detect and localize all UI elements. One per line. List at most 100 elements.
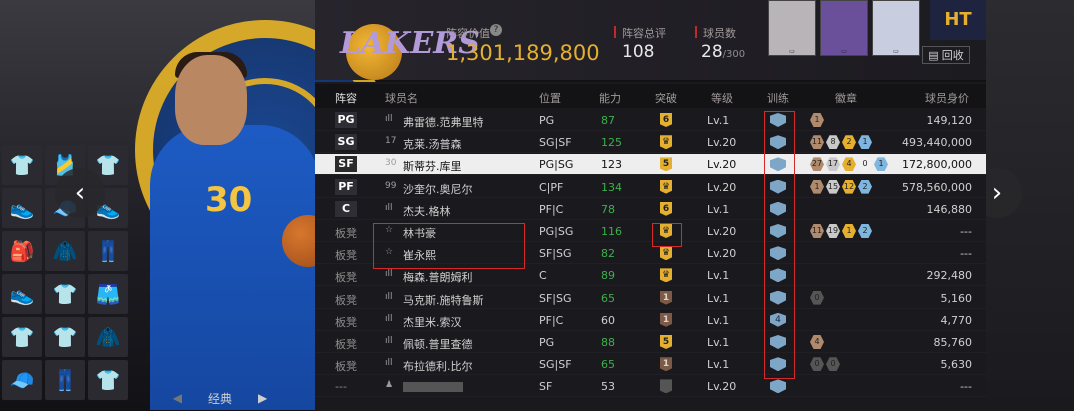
player-ability: 89 xyxy=(601,269,615,283)
badge-medal-icon[interactable]: 19 xyxy=(826,224,840,238)
outfit-item[interactable]: 👕 xyxy=(88,360,128,400)
outfit-item[interactable]: 🧥 xyxy=(88,317,128,357)
badge-medal-icon[interactable]: 8 xyxy=(826,135,840,150)
outfit-item[interactable]: 🎒 xyxy=(2,231,42,271)
col-position[interactable]: 位置 xyxy=(539,90,561,106)
badge-medal-icon[interactable]: 0 xyxy=(810,290,824,305)
jersey-thumb[interactable]: ▭ xyxy=(820,0,868,56)
col-ability[interactable]: 能力 xyxy=(599,90,621,106)
player-position: PG xyxy=(539,336,555,349)
outfit-item[interactable]: 👟 xyxy=(2,188,42,228)
badge-medal-icon[interactable]: 11 xyxy=(810,135,824,150)
table-row[interactable]: SF 30 斯蒂芬.库里 PG|SG 123 5 Lv.20 27 17 4 0 1 172,800,0… xyxy=(315,154,986,176)
breakthrough-icon[interactable]: ♛ xyxy=(660,179,672,194)
table-row[interactable]: 板凳 ıll 布拉德利.比尔 SG|SF 65 1 Lv.1 0 0 5,630 xyxy=(315,354,986,376)
col-worth[interactable]: 球员身价 xyxy=(925,90,969,106)
player-name[interactable]: 布拉德利.比尔 xyxy=(403,358,473,374)
outfit-item[interactable]: 🧥 xyxy=(45,231,85,271)
col-breakthrough[interactable]: 突破 xyxy=(655,90,677,106)
player-name[interactable]: 克莱.汤普森 xyxy=(403,136,462,152)
col-lineup[interactable]: 阵容 xyxy=(335,90,357,106)
lineup-slot: 板凳 xyxy=(335,360,357,374)
style-label: 经典 xyxy=(207,391,232,406)
badge-medal-icon[interactable]: 1 xyxy=(842,224,856,238)
player-name[interactable]: 梅森.普朗姆利 xyxy=(403,269,473,285)
player-name[interactable]: 杰里米.索汉 xyxy=(403,314,462,330)
breakthrough-icon[interactable]: 1 xyxy=(660,357,672,372)
badge-medal-icon[interactable]: 0 xyxy=(826,357,840,372)
outfit-item[interactable]: 👖 xyxy=(88,231,128,271)
badge-medal-icon[interactable]: 27 xyxy=(810,157,824,172)
table-row[interactable]: Cıll 杰夫.格林 PF|C 78 6 Lv.1 146,880 xyxy=(315,199,986,220)
breakthrough-icon[interactable]: ♛ xyxy=(660,268,672,283)
col-level[interactable]: 等级 xyxy=(711,90,733,106)
table-row[interactable]: 板凳 ıll 佩顿.普里查德 PG 88 5 Lv.1 4 85,760 xyxy=(315,332,986,353)
jersey-thumb[interactable]: ▭ xyxy=(872,0,920,56)
table-row[interactable]: PG ıll 弗雷德.范弗里特 PG 87 6 Lv.1 1 149,120 xyxy=(315,110,986,131)
breakthrough-icon[interactable]: 1 xyxy=(660,312,672,327)
player-name[interactable]: 斯蒂芬.库里 xyxy=(403,158,462,174)
badge-medal-icon[interactable]: 12 xyxy=(842,179,856,194)
lineup-rating-label: 阵容总评 xyxy=(622,27,666,40)
badge-medal-icon[interactable]: 2 xyxy=(842,135,856,150)
team-logo: LAKERS xyxy=(340,8,480,80)
outfit-item[interactable]: 🩳 xyxy=(88,274,128,314)
table-row[interactable]: --- ♟ SF 53 Lv.20 --- xyxy=(315,376,986,398)
outfit-item[interactable]: 👕 xyxy=(45,274,85,314)
lineup-slot: SF xyxy=(335,156,357,173)
triangle-left-icon[interactable]: ◀ xyxy=(173,391,182,405)
badge-medal-icon[interactable]: 1 xyxy=(810,113,824,127)
outfit-item[interactable]: 👕 xyxy=(45,317,85,357)
table-row[interactable]: SG 17 克莱.汤普森 SG|SF 125 ♛ Lv.20 11 8 2 1 493,440,000 xyxy=(315,132,986,154)
player-level: Lv.20 xyxy=(707,247,737,261)
badge-medal-icon[interactable]: 17 xyxy=(826,157,840,172)
breakthrough-icon[interactable]: 6 xyxy=(660,201,672,216)
badge-medal-icon[interactable]: 2 xyxy=(858,224,872,238)
player-head xyxy=(175,55,247,145)
player-name[interactable]: 沙奎尔.奥尼尔 xyxy=(403,181,473,197)
col-badges[interactable]: 徽章 xyxy=(835,90,857,106)
outfit-item[interactable]: 🧢 xyxy=(2,360,42,400)
col-training[interactable]: 训练 xyxy=(767,90,789,106)
col-name[interactable]: 球员名 xyxy=(385,90,418,106)
outfit-item[interactable]: 👕 xyxy=(2,317,42,357)
player-number: ıll xyxy=(385,269,393,280)
jersey-thumb[interactable]: ▭ xyxy=(768,0,816,56)
player-name[interactable]: 弗雷德.范弗里特 xyxy=(403,114,484,130)
outfit-item[interactable]: 👟 xyxy=(2,274,42,314)
help-icon[interactable]: ? xyxy=(490,24,502,36)
badge-medal-icon[interactable]: 1 xyxy=(874,157,888,172)
breakthrough-icon[interactable]: 5 xyxy=(660,335,672,349)
badge-medal-icon[interactable]: 4 xyxy=(810,335,824,349)
badge-medal-icon[interactable]: 0 xyxy=(810,357,824,372)
event-emblem[interactable]: HT xyxy=(930,0,986,40)
prev-arrow-button[interactable]: ‹ xyxy=(55,168,105,218)
badge-medal-icon[interactable]: 11 xyxy=(810,224,824,238)
triangle-right-icon[interactable]: ▶ xyxy=(258,391,267,405)
badge-medal-icon[interactable]: 1 xyxy=(810,179,824,194)
badge-medal-icon[interactable]: 2 xyxy=(858,179,872,194)
outfit-item[interactable]: 👕 xyxy=(2,145,42,185)
breakthrough-icon[interactable]: ♛ xyxy=(660,246,672,261)
badge-list: 11 19 1 2 xyxy=(810,224,872,238)
breakthrough-icon[interactable]: ♛ xyxy=(660,135,672,150)
badge-medal-icon[interactable]: 0 xyxy=(858,157,872,172)
breakthrough-icon[interactable]: 1 xyxy=(660,290,672,305)
player-worth: 146,880 xyxy=(926,202,973,216)
badge-medal-icon[interactable]: 15 xyxy=(826,179,840,194)
recycle-button[interactable]: ▤ 回收 xyxy=(922,46,970,64)
table-row[interactable]: 板凳 ıll 马克斯.施特鲁斯 SF|SG 65 1 Lv.1 0 5,160 xyxy=(315,288,986,309)
badge-medal-icon[interactable]: 4 xyxy=(842,157,856,172)
breakthrough-icon[interactable] xyxy=(660,379,672,394)
table-row[interactable]: PF 99 沙奎尔.奥尼尔 C|PF 134 ♛ Lv.20 1 15 12 2 578,560,00… xyxy=(315,177,986,198)
player-name[interactable]: 杰夫.格林 xyxy=(403,203,451,219)
badge-medal-icon[interactable]: 1 xyxy=(858,135,872,150)
outfit-item[interactable]: 👖 xyxy=(45,360,85,400)
player-name[interactable]: 佩顿.普里查德 xyxy=(403,336,473,352)
table-row[interactable]: 板凳 ıll 杰里米.索汉 PF|C 60 1 Lv.1 4 4,770 xyxy=(315,310,986,331)
breakthrough-icon[interactable]: 6 xyxy=(660,113,672,127)
breakthrough-icon[interactable]: 5 xyxy=(660,157,672,172)
player-name[interactable] xyxy=(403,382,463,393)
training-shield-icon[interactable] xyxy=(770,379,786,394)
player-name[interactable]: 马克斯.施特鲁斯 xyxy=(403,292,484,308)
